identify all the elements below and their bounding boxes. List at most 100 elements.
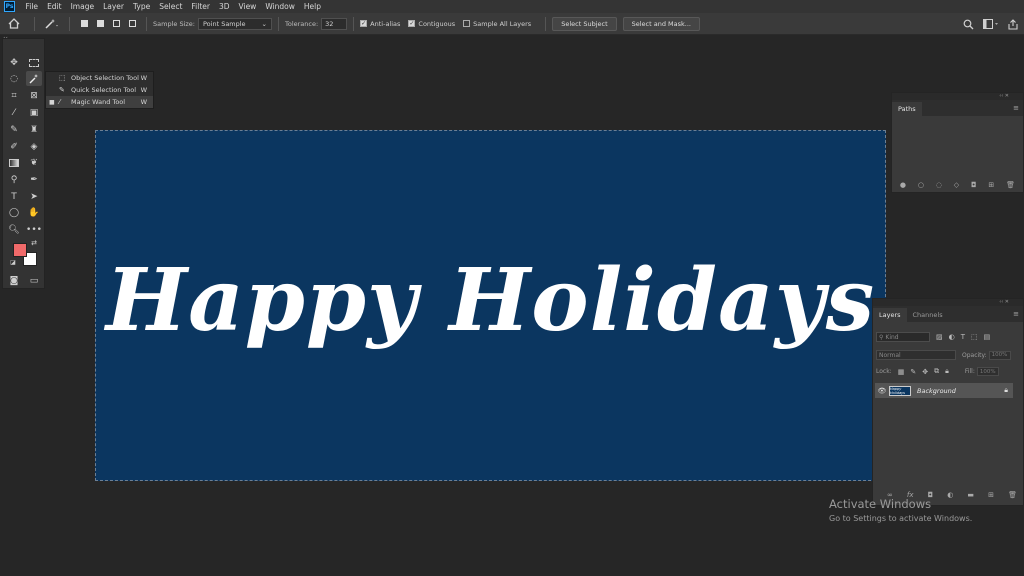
tab-paths[interactable]: Paths [892,102,922,116]
trash-icon[interactable]: 🗑︎ [1008,491,1017,499]
adjustment-filter-icon[interactable]: ◐ [949,333,955,341]
make-work-path-icon[interactable]: ◇ [954,181,959,189]
type-tool-icon[interactable]: T [6,189,22,204]
menu-image[interactable]: Image [66,2,99,11]
stroke-path-icon[interactable]: ○ [918,181,924,189]
eye-icon[interactable]: 👁︎ [875,387,889,395]
lock-position-icon[interactable]: ✥ [922,368,928,376]
eraser-tool-icon[interactable]: ◈ [26,139,42,154]
share-icon[interactable] [1008,18,1018,30]
quick-selection-tool-item[interactable]: ✎ Quick Selection Tool W [46,84,153,96]
lock-icon[interactable]: 🔒︎ [1004,386,1008,395]
crop-tool-icon[interactable]: ⌗ [6,88,22,103]
tab-channels[interactable]: Channels [907,308,949,322]
new-path-icon[interactable]: ⊞ [988,181,994,189]
lock-all-icon[interactable]: 🔒︎ [945,367,949,376]
menu-select[interactable]: Select [155,2,187,11]
eyedropper-tool-icon[interactable]: ⁄ [6,105,22,120]
hand-tool-icon[interactable]: ✋ [26,205,42,220]
tab-layers[interactable]: Layers [873,308,907,322]
history-brush-tool-icon[interactable]: ✐ [6,139,22,154]
panel-menu-icon[interactable]: ≡ [1013,104,1019,112]
type-filter-icon[interactable]: T [961,333,965,341]
search-icon[interactable] [963,19,974,30]
magic-wand-tool-item[interactable]: ■ ⁄ Magic Wand Tool W [46,96,153,108]
panel-collapse-icon[interactable]: ‹‹ ✕ [892,93,1023,100]
select-subject-button[interactable]: Select Subject [552,16,617,31]
menu-view[interactable]: View [234,2,261,11]
document-canvas[interactable]: Happy Holidays [95,130,886,481]
menu-help[interactable]: Help [299,2,325,11]
blend-mode-dropdown[interactable]: Normal [876,350,956,360]
workspace-icon[interactable] [983,19,999,29]
marquee-tool-icon[interactable] [26,55,42,70]
clone-stamp-tool-icon[interactable]: ♜ [26,122,42,137]
ellipse-tool-icon[interactable]: ◯ [6,205,22,220]
tolerance-input[interactable]: 32 [321,17,348,30]
paths-footer: ● ○ ◌ ◇ ◘ ⊞ 🗑︎ [892,178,1023,192]
new-selection-mode-button[interactable] [79,19,89,29]
anti-alias-checkbox[interactable]: ✓ Anti-alias [360,20,400,28]
pixel-filter-icon[interactable]: ▨ [936,333,943,341]
menu-window[interactable]: Window [261,2,300,11]
shape-filter-icon[interactable]: ⬚ [971,333,978,341]
path-selection-tool-icon[interactable]: ➤ [26,189,42,204]
sample-all-layers-checkbox[interactable]: Sample All Layers [463,20,531,28]
object-selection-tool-item[interactable]: ⬚ Object Selection Tool W [46,72,153,84]
home-icon[interactable] [0,18,28,29]
zoom-tool-icon[interactable]: 🔍︎ [6,222,22,237]
menu-3d[interactable]: 3D [214,2,234,11]
move-tool-icon[interactable]: ✥ [6,55,22,70]
screen-mode-icon[interactable]: ▭ [26,273,42,288]
contiguous-checkbox[interactable]: ✓ Contiguous [408,20,455,28]
trash-icon[interactable]: 🗑︎ [1006,181,1015,189]
lasso-tool-icon[interactable]: ◌ [6,71,22,86]
separator [277,16,279,31]
quick-selection-label: Quick Selection Tool [71,86,137,94]
magic-wand-tool-icon[interactable] [26,71,42,86]
menu-file[interactable]: File [21,2,43,11]
magic-wand-preset-icon[interactable] [41,18,63,29]
add-selection-mode-button[interactable] [95,19,105,29]
search-icon: ⚲ [879,333,884,341]
menu-edit[interactable]: Edit [43,2,67,11]
swap-colors-icon[interactable]: ⇄ [29,238,39,248]
more-tools-icon[interactable]: ••• [26,222,42,237]
layer-row-background[interactable]: 👁︎ Happy Holidays Background 🔒︎ [875,383,1013,398]
panel-menu-icon[interactable]: ≡ [1013,310,1019,318]
pen-tool-icon[interactable]: ✒ [26,172,42,187]
brush-tool-icon[interactable]: ✎ [6,122,22,137]
subtract-selection-mode-button[interactable] [111,19,121,29]
magic-wand-icon: ⁄ [59,98,61,106]
lock-paint-icon[interactable]: ✎ [910,368,916,376]
blur-tool-icon[interactable]: ❦ [26,155,42,170]
frame-tool-icon[interactable]: ⊠ [26,88,42,103]
lock-artboard-icon[interactable]: ⧉ [934,367,939,376]
default-colors-icon[interactable]: ◪ [9,258,17,266]
gradient-tool-icon[interactable] [6,155,22,170]
foreground-color-swatch[interactable] [13,243,27,257]
lock-pixels-icon[interactable]: ▦ [898,368,905,376]
separator [353,16,355,31]
sample-size-dropdown[interactable]: Point Sample ⌄ [197,17,272,30]
opacity-input[interactable]: 100% [988,350,1011,360]
layers-panel: ‹‹ ✕ Layers Channels ≡ ⚲ Kind ▨ ◐ T ⬚ ▤ … [872,298,1024,506]
filter-kind-dropdown[interactable]: ⚲ Kind [876,332,930,342]
load-selection-icon[interactable]: ◌ [936,181,942,189]
smart-object-filter-icon[interactable]: ▤ [984,333,991,341]
opacity-label: Opacity: [962,351,987,359]
add-mask-icon[interactable]: ◘ [971,181,977,189]
menu-layer[interactable]: Layer [99,2,129,11]
menu-filter[interactable]: Filter [187,2,215,11]
dodge-tool-icon[interactable]: ⚲ [6,172,22,187]
quick-mask-icon[interactable]: ◙ [6,273,22,288]
select-and-mask-button[interactable]: Select and Mask... [622,16,700,31]
intersect-selection-mode-button[interactable] [127,19,137,29]
fill-path-icon[interactable]: ● [900,181,906,189]
fill-input[interactable]: 100% [976,367,999,376]
panel-collapse-icon[interactable]: ‹‹ ✕ [873,299,1023,306]
menu-bar: Ps File Edit Image Layer Type Select Fil… [0,0,1024,13]
menu-type[interactable]: Type [129,2,155,11]
new-layer-icon[interactable]: ⊞ [988,491,994,499]
healing-brush-tool-icon[interactable]: ▣ [26,105,42,120]
